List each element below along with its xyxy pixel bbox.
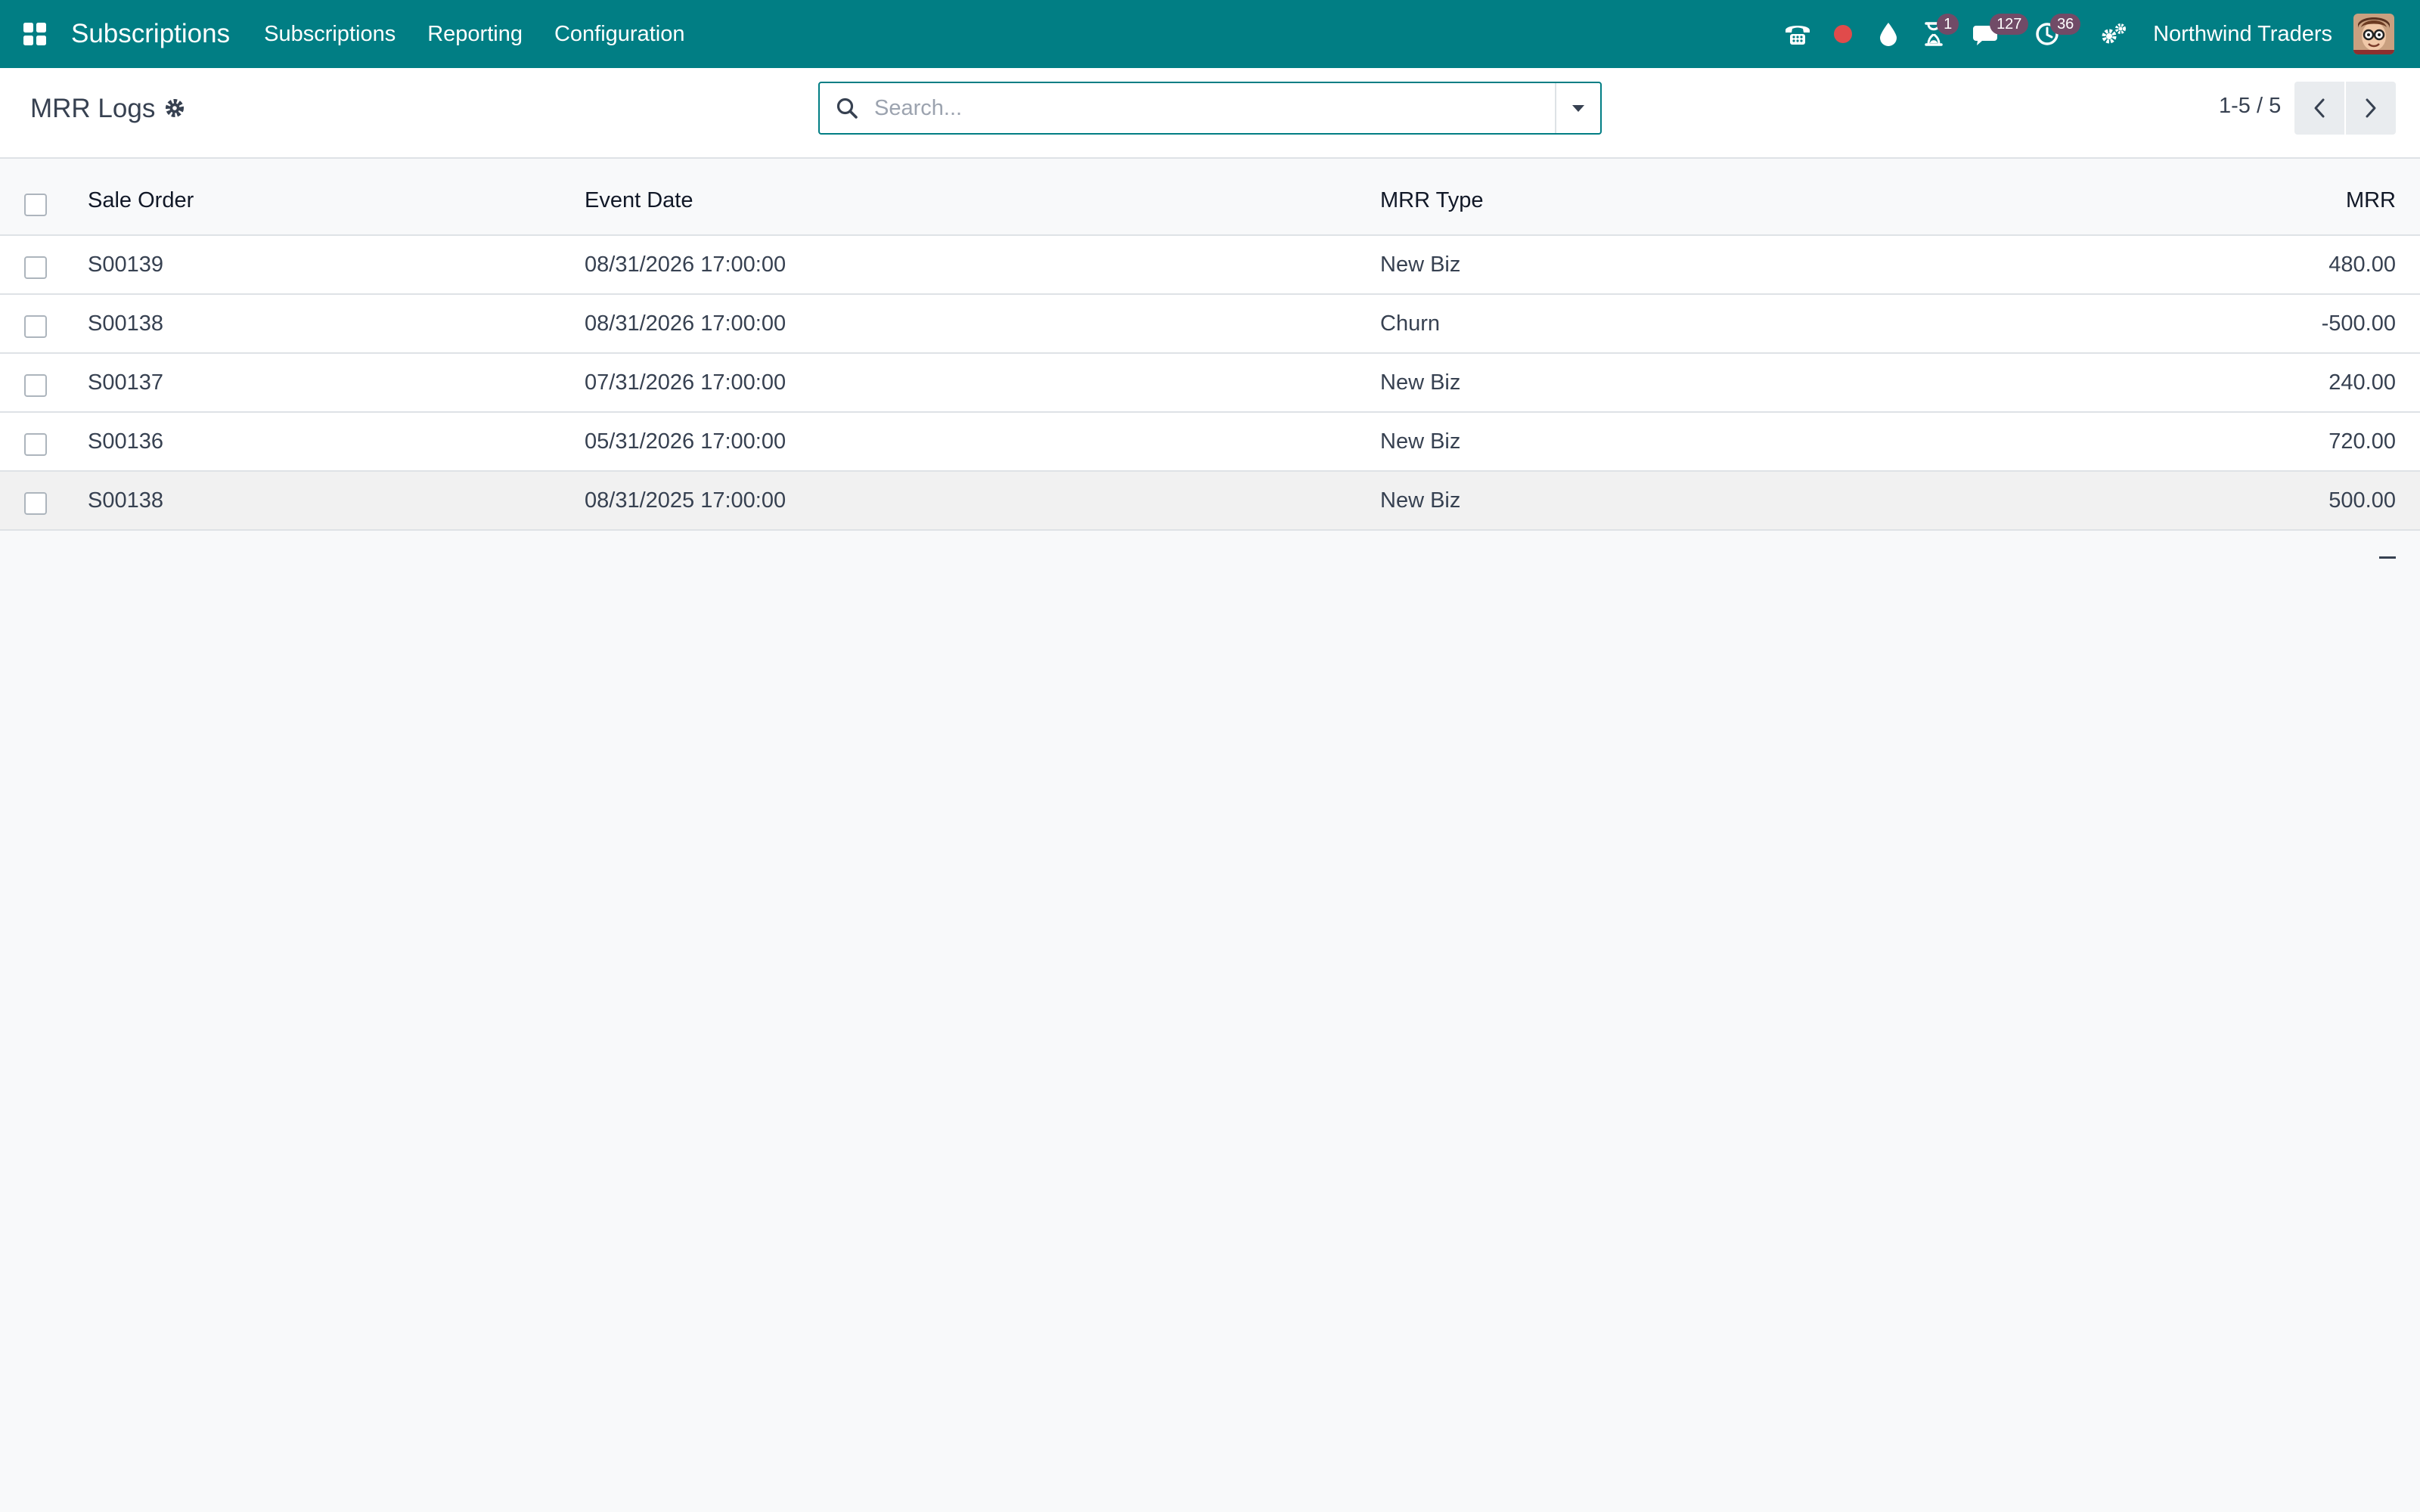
activities-count-badge: 1 [1937,14,1959,35]
pager-value[interactable]: 1-5 / 5 [2219,94,2281,119]
phone-button[interactable] [1775,0,1820,68]
record-dot-icon [1834,25,1853,43]
main-menu: Subscriptions Reporting Configuration [248,0,700,68]
column-header-sale-order[interactable]: Sale Order [88,166,194,234]
table-header-row: Sale Order Event Date MRR Type MRR [0,166,2420,236]
cell-mrr-type: New Biz [1380,488,1461,513]
app-brand[interactable]: Subscriptions [71,19,230,49]
actions-gear-button[interactable] [163,97,186,119]
search-bar [818,82,1602,135]
table-row[interactable]: S00138 08/31/2026 17:00:00 Churn -500.00 [0,295,2420,354]
table-row[interactable]: S00139 08/31/2026 17:00:00 New Biz 480.0… [0,236,2420,295]
grid-icon [23,23,46,45]
search-icon [836,98,858,119]
droplet-button[interactable] [1866,0,1911,68]
user-avatar[interactable] [2353,14,2394,54]
row-checkbox[interactable] [24,315,47,338]
phone-icon [1786,26,1810,45]
cell-sale-order: S00138 [88,311,163,336]
row-select-cell [24,472,48,529]
page-title: MRR Logs [30,94,156,123]
cell-mrr: -500.00 [2321,311,2396,336]
settings-button[interactable] [2091,0,2136,68]
column-header-event-date[interactable]: Event Date [585,166,693,234]
messages-button[interactable]: 127 [1956,0,2029,68]
top-navbar: Subscriptions Subscriptions Reporting Co… [0,0,2420,68]
cell-sale-order: S00136 [88,429,163,454]
pager-next-button[interactable] [2346,82,2396,135]
chevron-right-icon [2366,98,2376,118]
company-switcher[interactable]: Northwind Traders [2153,22,2332,47]
table-row[interactable]: S00136 05/31/2026 17:00:00 New Biz 720.0… [0,413,2420,472]
control-panel: MRR Logs 1-5 / 5 [0,68,2420,159]
search-input[interactable] [874,85,1555,131]
table-row[interactable]: S00137 07/31/2026 17:00:00 New Biz 240.0… [0,354,2420,413]
cell-mrr-type: New Biz [1380,429,1461,454]
activities-button[interactable]: 1 [1911,0,1959,68]
menu-configuration[interactable]: Configuration [538,0,701,68]
menu-reporting[interactable]: Reporting [411,0,538,68]
row-select-cell [24,354,48,411]
cell-event-date: 05/31/2026 17:00:00 [585,429,786,454]
row-select-cell [24,295,48,352]
apps-menu-button[interactable] [12,11,57,57]
search-icon-wrap [820,83,874,133]
select-all-checkbox[interactable] [24,194,47,216]
row-checkbox[interactable] [24,433,47,456]
cell-mrr: 500.00 [2328,488,2396,513]
cell-event-date: 08/31/2026 17:00:00 [585,252,786,277]
cell-mrr-type: New Biz [1380,370,1461,395]
mrr-log-list: Sale Order Event Date MRR Type MRR S0013… [0,166,2420,531]
chevron-left-icon [2314,98,2325,118]
droplet-icon [1880,23,1897,46]
cell-event-date: 08/31/2025 17:00:00 [585,488,786,513]
cell-event-date: 07/31/2026 17:00:00 [585,370,786,395]
recording-button[interactable] [1820,0,1866,68]
avatar-face-icon [2353,14,2394,54]
caret-down-icon [1572,105,1584,112]
search-options-toggle[interactable] [1555,83,1600,133]
cell-mrr-type: New Biz [1380,252,1461,277]
cell-sale-order: S00139 [88,252,163,277]
menu-subscriptions[interactable]: Subscriptions [248,0,411,68]
cell-mrr: 480.00 [2328,252,2396,277]
timer-count-badge: 36 [2050,14,2081,35]
table-row[interactable]: S00138 08/31/2025 17:00:00 New Biz 500.0… [0,472,2420,531]
cogs-icon [2102,23,2127,44]
row-select-cell [24,413,48,470]
row-checkbox[interactable] [24,374,47,397]
cell-mrr: 720.00 [2328,429,2396,454]
row-select-cell [24,236,48,293]
cell-event-date: 08/31/2026 17:00:00 [585,311,786,336]
gear-icon [166,99,184,117]
pager-previous-button[interactable] [2294,82,2344,135]
column-header-mrr[interactable]: MRR [2346,166,2396,234]
cell-mrr-type: Churn [1380,311,1440,336]
timer-button[interactable]: 36 [2017,0,2081,68]
row-checkbox[interactable] [24,256,47,279]
systray: 1 127 36 Northwind Traders [1775,0,2420,68]
cell-sale-order: S00137 [88,370,163,395]
column-header-mrr-type[interactable]: MRR Type [1380,166,1483,234]
cell-sale-order: S00138 [88,488,163,513]
cell-mrr: 240.00 [2328,370,2396,395]
aggregate-footer-dash [2379,556,2396,559]
row-checkbox[interactable] [24,492,47,515]
select-all-cell [24,166,48,234]
